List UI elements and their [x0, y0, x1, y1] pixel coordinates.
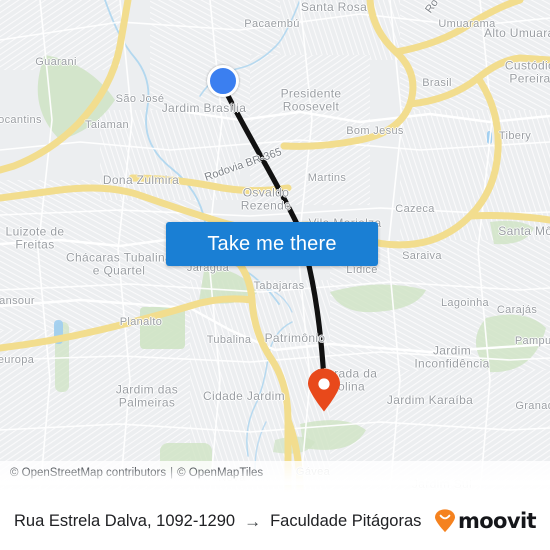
- map-canvas[interactable]: Guarani São José Taiaman ocantins Dona Zulmi…: [0, 0, 550, 492]
- moovit-trip-screenshot: Guarani São José Taiaman ocantins Dona Zulmi…: [0, 0, 550, 550]
- moovit-logo[interactable]: moovit: [434, 509, 537, 533]
- moovit-wordmark: moovit: [457, 509, 537, 533]
- destination-marker[interactable]: [307, 368, 341, 412]
- attribution-osm[interactable]: © OpenStreetMap contributors: [10, 467, 166, 479]
- trip-origin-label: Rua Estrela Dalva, 1092-1290: [14, 511, 236, 530]
- moovit-pin-icon: [434, 509, 456, 533]
- map-attribution: © OpenStreetMap contributors | © OpenMap…: [0, 461, 550, 485]
- attribution-separator: |: [170, 467, 174, 479]
- take-me-there-button[interactable]: Take me there: [166, 222, 378, 266]
- trip-destination-label: Faculdade Pitágoras: [270, 511, 422, 530]
- trip-summary: Rua Estrela Dalva, 1092-1290 → Faculdade…: [14, 512, 421, 531]
- origin-marker[interactable]: [207, 65, 239, 97]
- attribution-maptiles[interactable]: © OpenMapTiles: [177, 467, 263, 479]
- trip-footer: Rua Estrela Dalva, 1092-1290 → Faculdade…: [0, 492, 550, 550]
- arrow-right-icon: →: [244, 511, 262, 531]
